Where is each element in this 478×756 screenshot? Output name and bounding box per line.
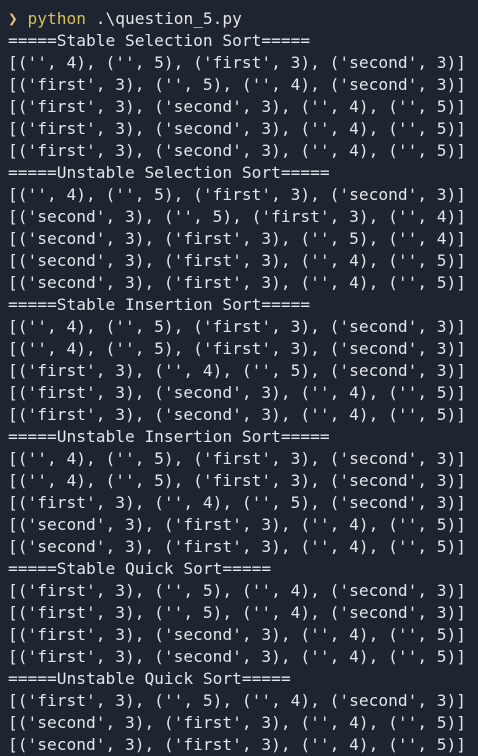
output-line: [('second', 3), ('first', 3), ('', 4), (… [8, 251, 467, 270]
output-line: [('first', 3), ('', 4), ('', 5), ('secon… [8, 493, 467, 512]
output-heading: =====Unstable Selection Sort===== [8, 163, 330, 182]
output-line: [('first', 3), ('', 4), ('', 5), ('secon… [8, 361, 467, 380]
output-line: [('first', 3), ('second', 3), ('', 4), (… [8, 647, 467, 666]
output-line: [('first', 3), ('second', 3), ('', 4), (… [8, 625, 467, 644]
output-heading: =====Stable Quick Sort===== [8, 559, 272, 578]
output-heading: =====Stable Selection Sort===== [8, 31, 311, 50]
output-line: [('', 4), ('', 5), ('first', 3), ('secon… [8, 317, 467, 336]
command-name: python [27, 9, 86, 28]
output-line: [('', 4), ('', 5), ('first', 3), ('secon… [8, 339, 467, 358]
output-line: [('second', 3), ('first', 3), ('', 4), (… [8, 713, 467, 732]
output-heading: =====Unstable Quick Sort===== [8, 669, 291, 688]
output-line: [('', 4), ('', 5), ('first', 3), ('secon… [8, 185, 467, 204]
output-line: [('first', 3), ('', 5), ('', 4), ('secon… [8, 581, 467, 600]
output-line: [('second', 3), ('first', 3), ('', 4), (… [8, 515, 467, 534]
prompt-line: ❯ python .\question_5.py [8, 8, 478, 30]
output-heading: =====Unstable Insertion Sort===== [8, 427, 330, 446]
output-line: [('', 4), ('', 5), ('first', 3), ('secon… [8, 449, 467, 468]
output-line: [('', 4), ('', 5), ('first', 3), ('secon… [8, 53, 467, 72]
output-line: [('second', 3), ('first', 3), ('', 4), (… [8, 273, 467, 292]
output-line: [('second', 3), ('first', 3), ('', 4), (… [8, 537, 467, 556]
output-line: [('first', 3), ('', 5), ('', 4), ('secon… [8, 75, 467, 94]
output-line: [('first', 3), ('second', 3), ('', 4), (… [8, 119, 467, 138]
output-line: [('second', 3), ('', 5), ('first', 3), (… [8, 207, 467, 226]
prompt-chevron-icon: ❯ [8, 9, 18, 28]
terminal-window[interactable]: ❯ python .\question_5.py =====Stable Sel… [0, 0, 478, 756]
output-line: [('second', 3), ('first', 3), ('', 5), (… [8, 229, 467, 248]
output-line: [('first', 3), ('second', 3), ('', 4), (… [8, 405, 467, 424]
output-line: [('first', 3), ('', 5), ('', 4), ('secon… [8, 691, 467, 710]
output-line: [('first', 3), ('second', 3), ('', 4), (… [8, 383, 467, 402]
output-line: [('first', 3), ('', 5), ('', 4), ('secon… [8, 603, 467, 622]
output-line: [('', 4), ('', 5), ('first', 3), ('secon… [8, 471, 467, 490]
output-line: [('first', 3), ('second', 3), ('', 4), (… [8, 97, 467, 116]
output-line: [('second', 3), ('first', 3), ('', 4), (… [8, 735, 467, 754]
output-heading: =====Stable Insertion Sort===== [8, 295, 311, 314]
output-line: [('first', 3), ('second', 3), ('', 4), (… [8, 141, 467, 160]
command-argument: .\question_5.py [95, 9, 242, 28]
